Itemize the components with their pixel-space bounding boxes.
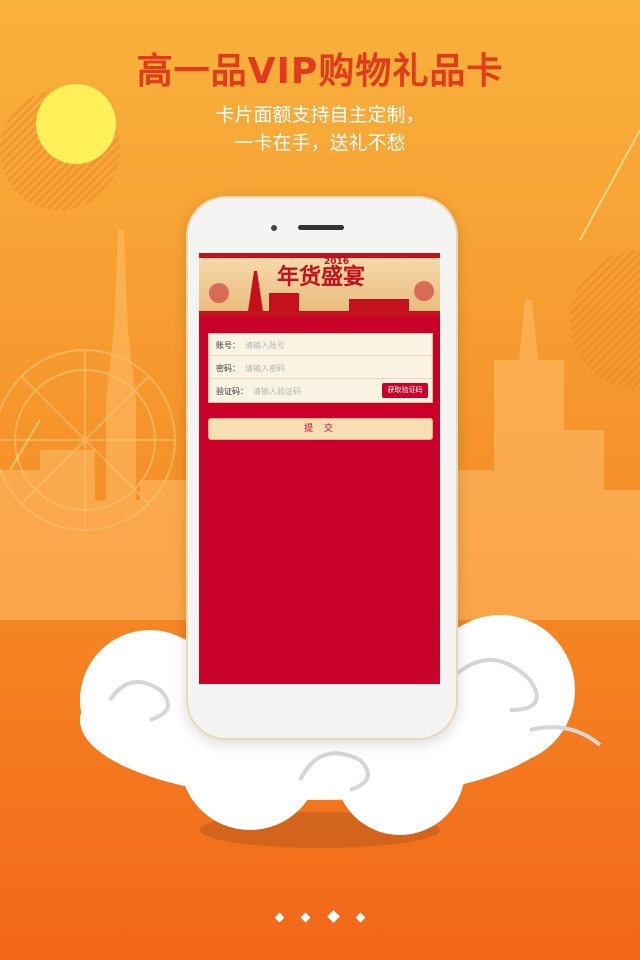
banner-year: 2016 [324, 257, 350, 267]
page-dot[interactable] [274, 912, 285, 923]
login-form: 账号： 请输入账号 密码： 请输入密码 验证码： 请输入验证码 获取验证码 [208, 333, 433, 403]
banner-title: 年货盛宴 [277, 264, 366, 290]
password-label: 密码： [216, 364, 240, 373]
subtitle-line-1: 卡片面额支持自主定制， [215, 104, 425, 126]
phone-camera [271, 225, 277, 231]
account-label: 账号： [216, 341, 240, 350]
promo-banner: 年货盛宴 2016 [199, 253, 440, 317]
subtitle-line-2: 一卡在手，送礼不愁 [234, 132, 406, 154]
pagination-dots [0, 906, 640, 925]
page-title: 高一品VIP购物礼品卡 [136, 51, 504, 92]
phone-screen: 年货盛宴 2016 账号： 请输入账号 密码： 请输入密码 验证码： 请输入验证… [199, 253, 440, 684]
account-input[interactable]: 请输入账号 [245, 340, 285, 351]
get-code-button[interactable]: 获取验证码 [382, 383, 428, 398]
divider [209, 378, 432, 379]
password-row[interactable]: 密码： 请输入密码 [209, 357, 432, 379]
page-dot[interactable] [301, 912, 311, 923]
code-input[interactable]: 请输入验证码 [253, 386, 301, 397]
password-input[interactable]: 请输入密码 [245, 363, 285, 374]
code-row[interactable]: 验证码： 请输入验证码 获取验证码 [209, 380, 432, 402]
code-label: 验证码： [216, 387, 248, 396]
striped-circle-right [570, 250, 640, 390]
divider [209, 355, 432, 356]
page-dot-active[interactable] [326, 910, 340, 923]
onboarding-screen: 高一品VIP购物礼品卡 卡片面额支持自主定制， 一卡在手，送礼不愁 年货盛宴 2… [0, 0, 640, 960]
page-dot[interactable] [355, 912, 366, 923]
submit-button[interactable]: 提 交 [208, 418, 433, 440]
phone-speaker [298, 225, 344, 230]
account-row[interactable]: 账号： 请输入账号 [209, 334, 432, 356]
